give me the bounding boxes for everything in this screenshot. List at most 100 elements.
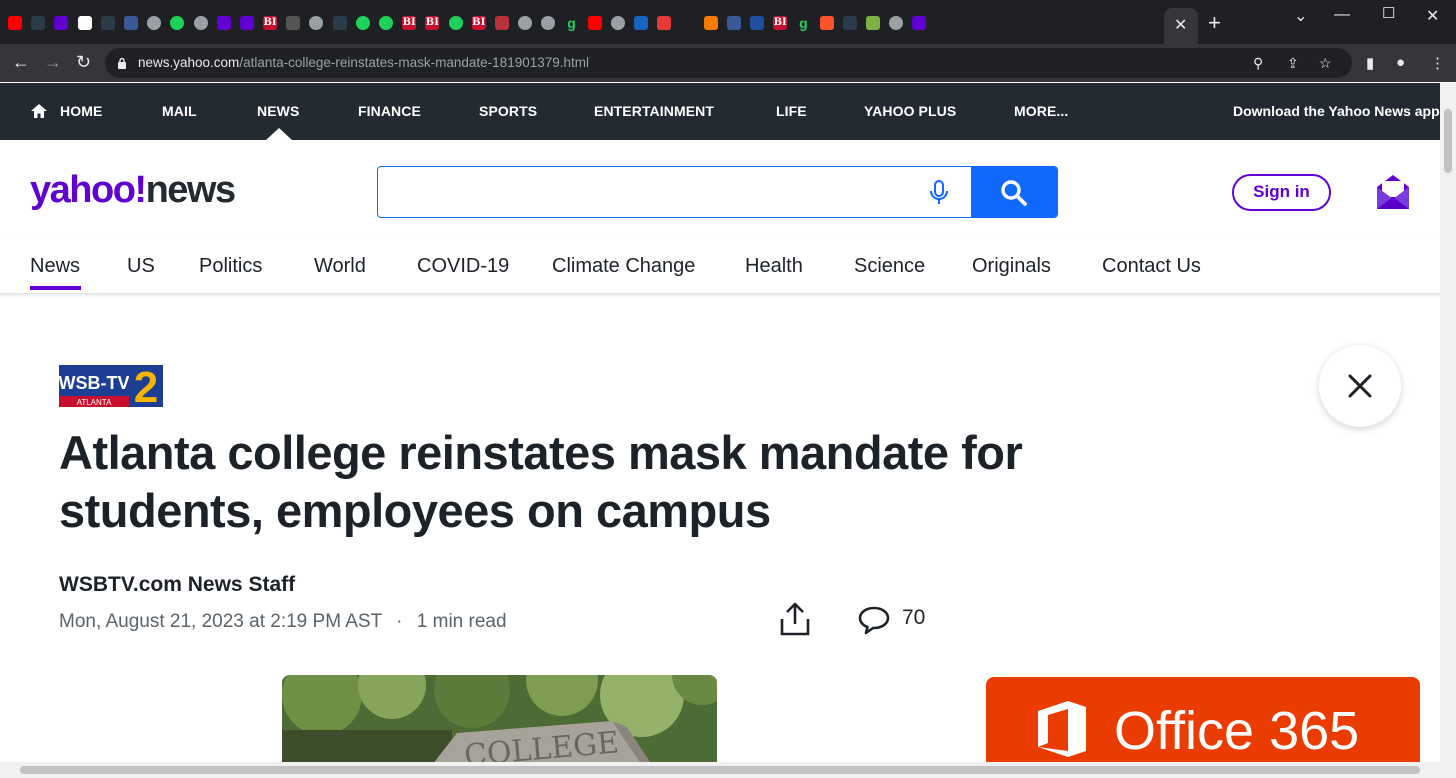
globe-favicon-23[interactable] <box>541 16 556 30</box>
shield-favicon-36[interactable] <box>842 16 857 30</box>
horizontal-scroll-thumb[interactable] <box>20 766 1420 774</box>
topnav-mail[interactable]: MAIL <box>162 103 197 119</box>
search-favicon-29[interactable] <box>680 16 695 30</box>
bi-favicon-18[interactable]: BI <box>425 16 440 30</box>
play-favicon-16[interactable] <box>379 16 393 30</box>
tab-search-icon[interactable]: ⌄ <box>1294 6 1307 26</box>
topnav-home[interactable]: HOME <box>60 103 102 119</box>
subnav-science[interactable]: Science <box>854 255 925 278</box>
subnav-contact-us[interactable]: Contact Us <box>1102 255 1201 278</box>
shield-favicon-4[interactable] <box>100 16 115 30</box>
horizontal-scrollbar[interactable] <box>0 762 1456 778</box>
mail-icon[interactable] <box>1375 173 1411 211</box>
vertical-scroll-thumb[interactable] <box>1444 109 1452 173</box>
new-tab-button[interactable]: + <box>1208 12 1221 34</box>
youtube-favicon-25[interactable] <box>587 16 602 30</box>
wsb-logo-text: WSB-TV <box>59 373 130 393</box>
bi-favicon-17[interactable]: BI <box>402 16 417 30</box>
menu-kebab-icon[interactable]: ⋮ <box>1430 54 1445 72</box>
globe-favicon-8[interactable] <box>193 16 208 30</box>
back-button[interactable]: ← <box>12 53 30 71</box>
wsb-tv-logo[interactable]: WSB-TV ATLANTA 2 <box>59 365 163 407</box>
topnav-sports[interactable]: SPORTS <box>479 103 537 119</box>
hex-favicon-32[interactable] <box>750 16 764 30</box>
arrow-favicon-31[interactable] <box>726 16 741 30</box>
bi-favicon-20[interactable]: BI <box>471 16 486 30</box>
burst-favicon-21[interactable] <box>494 16 509 30</box>
comment-icon[interactable] <box>857 605 891 635</box>
office-365-ad[interactable]: Office 365 <box>986 677 1420 765</box>
yahoo-favicon-9[interactable] <box>216 16 231 30</box>
subnav-originals[interactable]: Originals <box>972 255 1051 278</box>
vertical-scrollbar[interactable] <box>1440 83 1456 763</box>
grid-favicon-37[interactable] <box>865 16 880 30</box>
mail-favicon-2[interactable] <box>54 16 69 30</box>
window-close-button[interactable]: ✕ <box>1426 6 1439 26</box>
yahoo-favicon-39[interactable] <box>912 16 927 30</box>
reload-button[interactable]: ↻ <box>76 53 91 71</box>
globe-favicon-13[interactable] <box>309 16 324 30</box>
brave-favicon-35[interactable] <box>819 16 834 30</box>
download-app-link[interactable]: Download the Yahoo News app <box>1233 103 1440 119</box>
mic-favicon-28[interactable] <box>657 16 672 30</box>
topnav-life[interactable]: LIFE <box>776 103 807 119</box>
notion-favicon-3[interactable] <box>77 16 92 30</box>
search-box[interactable] <box>377 166 1058 218</box>
topnav-news[interactable]: NEWS <box>257 103 299 119</box>
active-tab[interactable]: ✕ <box>1164 8 1198 44</box>
globe-favicon-38[interactable] <box>889 16 904 30</box>
play-favicon-15[interactable] <box>355 16 370 30</box>
side-panel-icon[interactable]: ▮ <box>1366 54 1374 72</box>
shield-favicon-14[interactable] <box>332 16 347 30</box>
bookmark-star-icon[interactable]: ☆ <box>1319 55 1332 72</box>
subnav-health[interactable]: Health <box>745 255 803 278</box>
address-bar[interactable]: news.yahoo.com/atlanta-college-reinstate… <box>105 48 1352 78</box>
slash-favicon-12[interactable] <box>286 16 301 30</box>
bi-favicon-33[interactable]: BI <box>773 16 788 30</box>
bars-favicon-30[interactable] <box>703 16 718 30</box>
minimize-button[interactable]: — <box>1334 6 1350 24</box>
g-favicon-24[interactable]: g <box>565 16 579 30</box>
topnav-more[interactable]: MORE... <box>1014 103 1068 119</box>
zoom-icon[interactable]: ⚲ <box>1253 55 1263 72</box>
maximize-button[interactable]: ☐ <box>1382 4 1395 22</box>
url-text[interactable]: news.yahoo.com/atlanta-college-reinstate… <box>138 55 589 70</box>
subnav-us[interactable]: US <box>127 255 155 278</box>
subnav-climate-change[interactable]: Climate Change <box>552 255 695 278</box>
yahoo-news-logo[interactable]: yahoo!news <box>30 170 236 210</box>
dr-favicon-27[interactable] <box>634 16 649 30</box>
article-author[interactable]: WSBTV.com News Staff <box>59 573 295 597</box>
g-favicon-34[interactable]: g <box>796 16 810 30</box>
subnav-politics[interactable]: Politics <box>199 255 262 278</box>
topnav-entertainment[interactable]: ENTERTAINMENT <box>594 103 714 119</box>
search-input[interactable] <box>388 175 908 209</box>
article-hero-image[interactable]: COLLEGE <box>282 675 717 765</box>
subnav-news[interactable]: News <box>30 255 80 278</box>
search-button[interactable] <box>971 167 1057 217</box>
topnav-yahoo-plus[interactable]: YAHOO PLUS <box>864 103 956 119</box>
article-read-time: 1 min read <box>416 611 507 632</box>
globe-favicon-6[interactable] <box>147 16 162 30</box>
bi-favicon-11[interactable]: BI <box>263 16 278 30</box>
play-favicon-7[interactable] <box>170 16 185 30</box>
comment-count[interactable]: 70 <box>902 606 925 630</box>
share-icon[interactable] <box>779 601 811 637</box>
close-tab-icon[interactable]: ✕ <box>1174 15 1187 35</box>
microphone-icon[interactable] <box>928 180 950 206</box>
home-icon[interactable] <box>30 102 48 120</box>
subnav-covid-19[interactable]: COVID-19 <box>417 255 509 278</box>
sign-in-button[interactable]: Sign in <box>1232 174 1331 211</box>
yahoo-favicon-10[interactable] <box>239 16 254 30</box>
shield-favicon-1[interactable] <box>31 16 46 30</box>
close-article-button[interactable] <box>1319 345 1401 427</box>
globe-favicon-22[interactable] <box>518 16 533 30</box>
forward-button[interactable]: → <box>44 53 62 71</box>
profile-icon[interactable]: ● <box>1396 54 1405 71</box>
share-page-icon[interactable]: ⇪ <box>1287 55 1299 72</box>
play-favicon-19[interactable] <box>448 16 463 30</box>
topnav-finance[interactable]: FINANCE <box>358 103 421 119</box>
arrow-favicon-5[interactable] <box>123 16 138 30</box>
globe-favicon-26[interactable] <box>610 16 625 30</box>
youtube-favicon-0[interactable] <box>8 16 22 30</box>
subnav-world[interactable]: World <box>314 255 366 278</box>
